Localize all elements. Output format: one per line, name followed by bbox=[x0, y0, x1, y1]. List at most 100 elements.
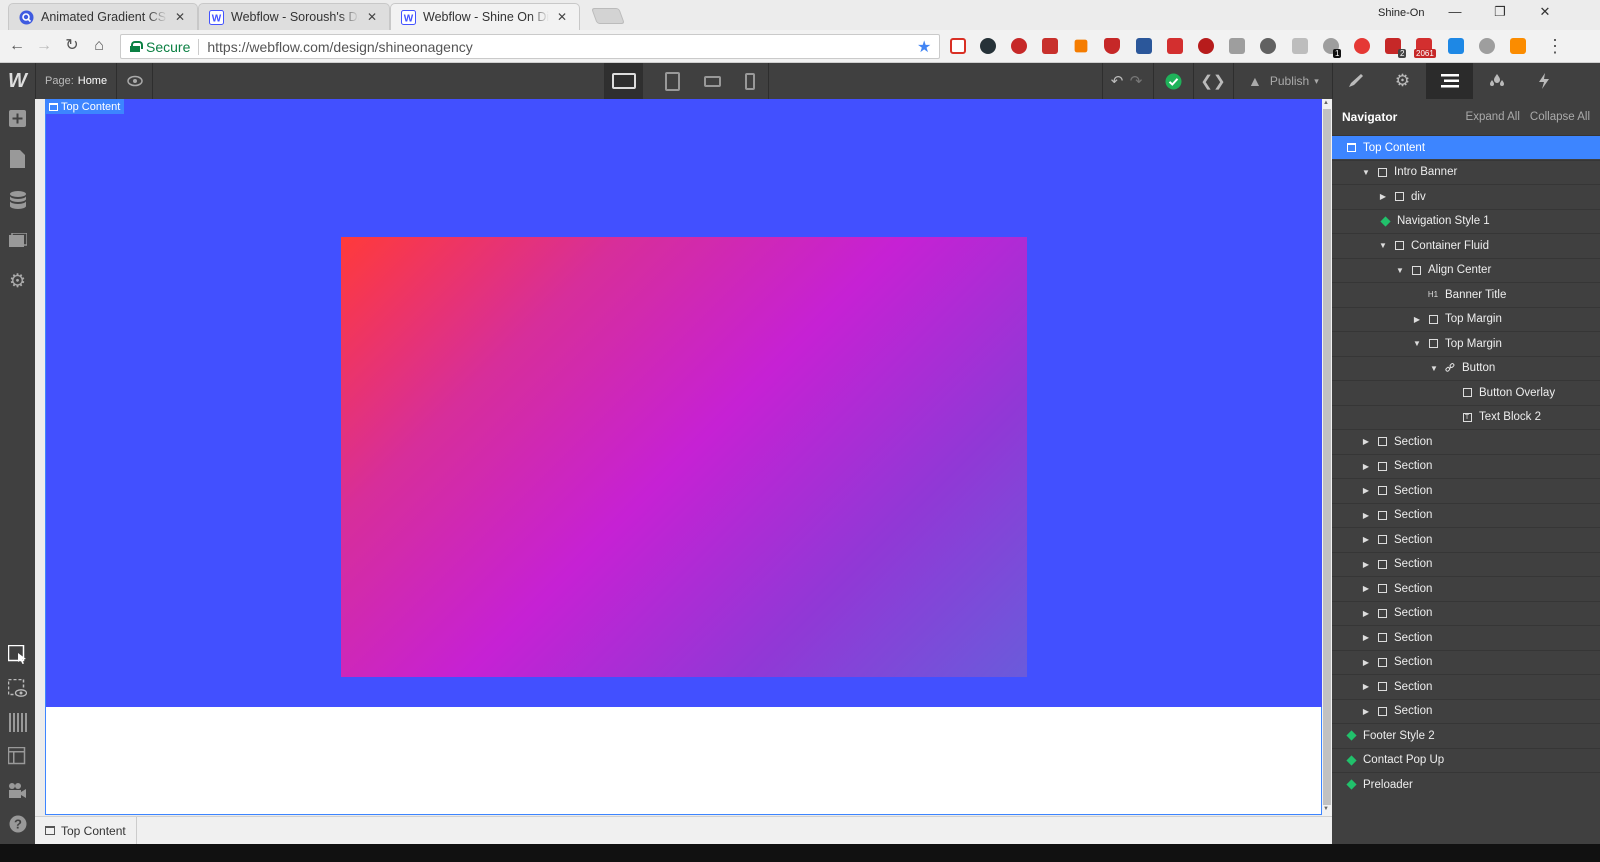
home-icon[interactable]: ⌂ bbox=[90, 37, 108, 55]
navigator-node[interactable]: ▶ Section bbox=[1332, 674, 1600, 698]
translate-extension-icon[interactable] bbox=[1448, 38, 1464, 54]
book-extension-icon[interactable] bbox=[1042, 38, 1058, 54]
canvas-scrollbar[interactable]: ▲ ▼ bbox=[1322, 99, 1332, 816]
expand-right-icon[interactable]: ▶ bbox=[1361, 682, 1371, 691]
reload-icon[interactable]: ↻ bbox=[63, 37, 81, 55]
style-panel-tab[interactable] bbox=[1332, 63, 1379, 99]
seo-extension-icon[interactable] bbox=[1510, 38, 1526, 54]
undo-icon[interactable]: ↶ bbox=[1106, 63, 1128, 99]
expand-right-icon[interactable]: ▶ bbox=[1361, 609, 1371, 618]
close-icon[interactable]: ✕ bbox=[365, 10, 379, 24]
expand-right-icon[interactable]: ▶ bbox=[1378, 192, 1388, 201]
expand-right-icon[interactable]: ▶ bbox=[1361, 486, 1371, 495]
navigator-node[interactable]: ▶ Section bbox=[1332, 625, 1600, 649]
help-icon[interactable]: ? bbox=[0, 809, 35, 839]
expand-right-icon[interactable]: ▶ bbox=[1361, 584, 1371, 593]
close-icon[interactable]: ✕ bbox=[173, 10, 187, 24]
yab-extension-icon[interactable] bbox=[1260, 38, 1276, 54]
word-extension-icon[interactable] bbox=[1136, 38, 1152, 54]
symbols-panel-tab[interactable] bbox=[1473, 63, 1520, 99]
new-tab-button[interactable] bbox=[591, 8, 625, 24]
expand-down-icon[interactable]: ▼ bbox=[1412, 339, 1422, 348]
shield-extension-icon[interactable] bbox=[1104, 38, 1120, 54]
settings-panel-tab[interactable]: ⚙ bbox=[1379, 63, 1426, 99]
navigator-node[interactable]: ▶ Section bbox=[1332, 576, 1600, 600]
window-close-icon[interactable]: ✕ bbox=[1530, 4, 1560, 20]
close-icon[interactable]: ✕ bbox=[555, 10, 569, 24]
navigator-node[interactable]: ▼ Top Margin bbox=[1332, 331, 1600, 355]
navigator-node[interactable]: ▶ Section bbox=[1332, 698, 1600, 723]
browser-tab[interactable]: Animated Gradient CSS - ✕ bbox=[8, 3, 198, 30]
expand-down-icon[interactable]: ▼ bbox=[1361, 168, 1371, 177]
expand-right-icon[interactable]: ▶ bbox=[1361, 560, 1371, 569]
webflow-logo-icon[interactable]: W bbox=[0, 63, 35, 99]
expand-right-icon[interactable]: ▶ bbox=[1412, 315, 1422, 324]
minimize-icon[interactable]: — bbox=[1440, 4, 1470, 19]
publish-button[interactable]: ▲ Publish ▾ bbox=[1248, 63, 1319, 99]
address-bar[interactable]: Secure https://webflow.com/design/shineo… bbox=[120, 34, 940, 59]
back-icon[interactable]: ← bbox=[8, 37, 26, 55]
grammarly-extension-icon[interactable] bbox=[980, 38, 996, 54]
cms-database-icon[interactable] bbox=[0, 185, 35, 215]
navigator-node[interactable]: Preloader bbox=[1332, 772, 1600, 796]
navigator-node[interactable]: Navigation Style 1 bbox=[1332, 208, 1600, 233]
cloud-extension-icon[interactable] bbox=[1479, 38, 1495, 54]
fox-extension-icon[interactable] bbox=[1074, 39, 1088, 53]
navigator-node[interactable]: T Text Block 2 bbox=[1332, 404, 1600, 429]
desktop-view-icon[interactable] bbox=[605, 63, 643, 99]
scroll-up-icon[interactable]: ▲ bbox=[1323, 100, 1329, 106]
expand-right-icon[interactable]: ▶ bbox=[1361, 437, 1371, 446]
navigator-node[interactable]: ▶ Section bbox=[1332, 551, 1600, 576]
navigator-node[interactable]: ▼ Align Center bbox=[1332, 257, 1600, 282]
forward-icon[interactable]: → bbox=[35, 37, 53, 55]
preview-selection-icon[interactable] bbox=[0, 673, 35, 703]
expand-right-icon[interactable]: ▶ bbox=[1361, 535, 1371, 544]
browser-tab-active[interactable]: W Webflow - Shine On Digit ✕ bbox=[390, 3, 580, 30]
preview-eye-icon[interactable] bbox=[120, 63, 150, 99]
navigator-node[interactable]: ▶ Section bbox=[1332, 478, 1600, 502]
navigator-node[interactable]: Button Overlay bbox=[1332, 380, 1600, 404]
collapse-all-button[interactable]: Collapse All bbox=[1530, 111, 1590, 123]
expand-down-icon[interactable]: ▼ bbox=[1429, 364, 1439, 373]
layout-template-icon[interactable] bbox=[0, 741, 35, 771]
video-tutorials-icon[interactable] bbox=[0, 775, 35, 805]
ruler-extension-icon[interactable] bbox=[1167, 38, 1183, 54]
navigator-node[interactable]: ▶ Section bbox=[1332, 502, 1600, 527]
expand-right-icon[interactable]: ▶ bbox=[1361, 462, 1371, 471]
adblock-extension-icon[interactable] bbox=[1198, 38, 1214, 54]
navigator-node-selected[interactable]: Top Content bbox=[1332, 135, 1600, 159]
navigator-node[interactable]: ▶ div bbox=[1332, 184, 1600, 208]
grid-guides-icon[interactable] bbox=[0, 707, 35, 737]
page-canvas[interactable]: Top Content bbox=[45, 99, 1323, 815]
expand-right-icon[interactable]: ▶ bbox=[1361, 511, 1371, 520]
navigator-node[interactable]: ▶ Top Margin bbox=[1332, 306, 1600, 331]
code-extension-icon[interactable] bbox=[1292, 38, 1308, 54]
navigator-node[interactable]: Footer Style 2 bbox=[1332, 723, 1600, 747]
expand-right-icon[interactable]: ▶ bbox=[1361, 658, 1371, 667]
note-extension-icon[interactable] bbox=[1229, 38, 1245, 54]
navigator-node[interactable]: H1 Banner Title bbox=[1332, 282, 1600, 306]
tablet-view-icon[interactable] bbox=[653, 63, 691, 99]
menu-icon[interactable]: ⋮ bbox=[1546, 37, 1564, 55]
interactions-panel-tab[interactable] bbox=[1520, 63, 1567, 99]
mobile-portrait-view-icon[interactable] bbox=[731, 63, 769, 99]
redo-icon[interactable]: ↷ bbox=[1126, 63, 1146, 99]
top-content-section[interactable] bbox=[46, 99, 1323, 707]
opera-extension-icon[interactable] bbox=[1354, 38, 1370, 54]
navigator-node[interactable]: ▶ Section bbox=[1332, 649, 1600, 674]
code-export-icon[interactable]: ❮❯ bbox=[1198, 63, 1228, 99]
navigator-node[interactable]: ▼ Intro Banner bbox=[1332, 159, 1600, 184]
expand-right-icon[interactable]: ▶ bbox=[1361, 633, 1371, 642]
bookmark-star-icon[interactable]: ★ bbox=[917, 37, 939, 57]
profile-name[interactable]: Shine-On bbox=[1378, 7, 1424, 19]
pages-icon[interactable] bbox=[0, 144, 35, 174]
mobile-landscape-view-icon[interactable] bbox=[693, 63, 731, 99]
expand-down-icon[interactable]: ▼ bbox=[1395, 266, 1405, 275]
expand-down-icon[interactable]: ▼ bbox=[1378, 241, 1388, 250]
animated-gradient-block[interactable] bbox=[341, 237, 1027, 677]
restore-icon[interactable]: ❐ bbox=[1485, 4, 1515, 20]
scroll-down-icon[interactable]: ▼ bbox=[1323, 806, 1329, 812]
expand-all-button[interactable]: Expand All bbox=[1466, 111, 1520, 123]
navigator-node[interactable]: ▼ Container Fluid bbox=[1332, 233, 1600, 257]
navigator-panel-tab[interactable] bbox=[1426, 63, 1473, 99]
